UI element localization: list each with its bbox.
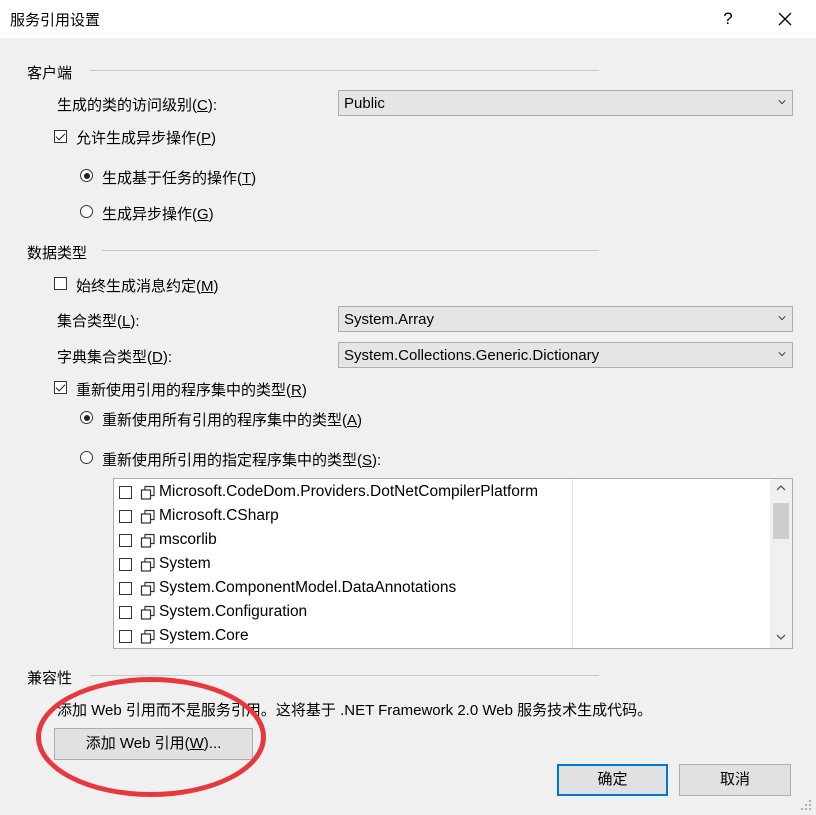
- resize-grip-icon[interactable]: [800, 799, 812, 811]
- annotation-highlight-ellipse: [36, 677, 266, 797]
- task-based-radio[interactable]: [80, 169, 93, 182]
- scroll-thumb[interactable]: [773, 503, 789, 539]
- assembly-list-item[interactable]: Microsoft.CodeDom.Providers.DotNetCompil…: [119, 481, 574, 505]
- assembly-name: System.Core: [159, 627, 249, 644]
- assembly-checkbox[interactable]: [119, 606, 132, 619]
- assembly-list-item[interactable]: System.ComponentModel.DataAnnotations: [119, 577, 574, 601]
- task-based-label: 生成基于任务的操作(T): [102, 170, 257, 187]
- title-bar: 服务引用设置 ?: [0, 0, 816, 38]
- collection-type-select[interactable]: System.Array: [338, 306, 793, 332]
- async-ops-radio[interactable]: [80, 205, 93, 218]
- assembly-list-item[interactable]: System.Core: [119, 625, 574, 649]
- assembly-checkbox[interactable]: [119, 630, 132, 643]
- client-group-divider: [90, 70, 599, 71]
- compat-group-divider: [90, 675, 599, 676]
- reuse-all-label: 重新使用所有引用的程序集中的类型(A): [102, 412, 363, 429]
- assembly-name: Microsoft.CodeDom.Providers.DotNetCompil…: [159, 483, 539, 500]
- assembly-icon: [140, 581, 155, 596]
- access-level-select[interactable]: Public: [338, 90, 793, 116]
- compat-group-label: 兼容性: [27, 670, 73, 687]
- collection-type-label: 集合类型(L):: [57, 313, 140, 330]
- assembly-checkbox[interactable]: [119, 558, 132, 571]
- window-title: 服务引用设置: [10, 12, 101, 29]
- assembly-checkbox[interactable]: [119, 510, 132, 523]
- assembly-name: System.ComponentModel.DataAnnotations: [159, 579, 457, 596]
- assembly-list-item[interactable]: mscorlib: [119, 529, 574, 553]
- assembly-icon: [140, 629, 155, 644]
- ok-button[interactable]: 确定: [557, 764, 668, 796]
- data-type-group-label: 数据类型: [27, 245, 88, 262]
- scroll-down-icon[interactable]: [776, 633, 786, 641]
- access-level-value: Public: [344, 95, 385, 112]
- cancel-button[interactable]: 取消: [679, 764, 791, 796]
- client-group-label: 客户端: [27, 65, 73, 82]
- assembly-list-item[interactable]: Microsoft.CSharp: [119, 505, 574, 529]
- assembly-checkbox[interactable]: [119, 534, 132, 547]
- scroll-up-icon[interactable]: [776, 484, 786, 492]
- assembly-name: mscorlib: [159, 531, 217, 548]
- collection-type-value: System.Array: [344, 311, 435, 328]
- always-message-label: 始终生成消息约定(M): [76, 278, 219, 295]
- close-icon: [778, 12, 792, 26]
- chevron-down-icon: [778, 352, 786, 357]
- assembly-list[interactable]: Microsoft.CodeDom.Providers.DotNetCompil…: [113, 478, 793, 649]
- reuse-all-radio[interactable]: [80, 411, 93, 424]
- assembly-checkbox[interactable]: [119, 486, 132, 499]
- data-type-group-divider: [102, 250, 599, 251]
- reuse-specified-label: 重新使用所引用的指定程序集中的类型(S):: [102, 452, 382, 469]
- assembly-list-item[interactable]: System: [119, 553, 574, 577]
- dictionary-type-select[interactable]: System.Collections.Generic.Dictionary: [338, 342, 793, 368]
- assembly-icon: [140, 509, 155, 524]
- dictionary-type-label: 字典集合类型(D):: [57, 349, 173, 366]
- assembly-icon: [140, 533, 155, 548]
- assembly-name: Microsoft.CSharp: [159, 507, 279, 524]
- async-ops-label: 生成异步操作(G): [102, 206, 214, 223]
- help-button[interactable]: ?: [713, 4, 743, 34]
- assembly-checkbox[interactable]: [119, 582, 132, 595]
- assembly-icon: [140, 485, 155, 500]
- async-label: 允许生成异步操作(P): [76, 130, 217, 147]
- assembly-icon: [140, 557, 155, 572]
- assembly-name: System.Configuration: [159, 603, 308, 620]
- async-checkbox[interactable]: [54, 130, 67, 143]
- chevron-down-icon: [778, 316, 786, 321]
- dictionary-type-value: System.Collections.Generic.Dictionary: [344, 347, 600, 364]
- access-level-label: 生成的类的访问级别(C):: [57, 97, 218, 114]
- reuse-types-label: 重新使用引用的程序集中的类型(R): [76, 382, 307, 399]
- list-scrollbar[interactable]: [770, 479, 792, 648]
- chevron-down-icon: [778, 100, 786, 105]
- reuse-types-checkbox[interactable]: [54, 381, 67, 394]
- always-message-checkbox[interactable]: [54, 277, 67, 290]
- assembly-name: System: [159, 555, 211, 572]
- assembly-list-item[interactable]: System.Configuration: [119, 601, 574, 625]
- close-button[interactable]: [768, 4, 802, 34]
- assembly-icon: [140, 605, 155, 620]
- reuse-specified-radio[interactable]: [80, 451, 93, 464]
